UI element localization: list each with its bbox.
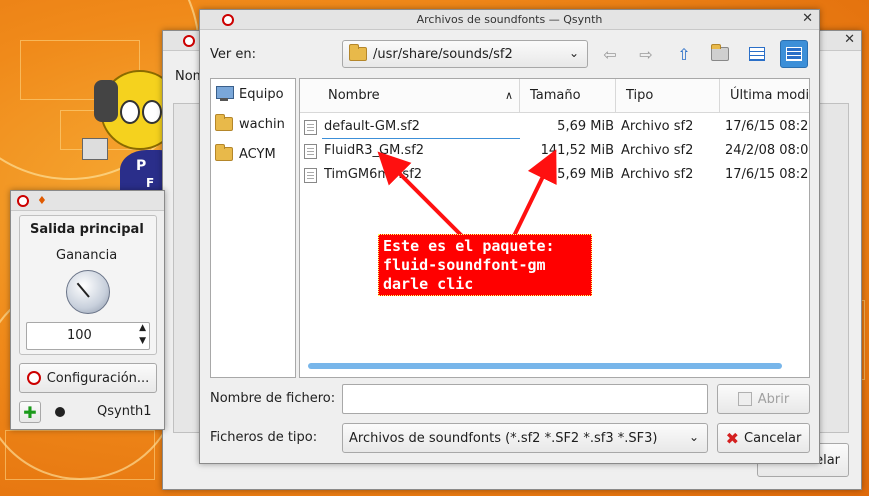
look-in-label: Ver en:	[210, 47, 256, 62]
detail-view-icon	[786, 47, 802, 61]
arrow-left-icon: ⇦	[603, 44, 617, 64]
folder-icon	[349, 44, 367, 61]
chevron-down-icon: ⌄	[688, 430, 699, 444]
horizontal-scrollbar[interactable]	[308, 363, 782, 369]
cancel-button[interactable]: ✖ Cancelar	[717, 423, 810, 453]
output-group-title: Salida principal	[30, 222, 144, 237]
add-engine-button[interactable]: ✚	[19, 401, 41, 423]
file-icon	[304, 144, 317, 159]
new-folder-button[interactable]	[706, 40, 734, 68]
filetype-combobox[interactable]: Archivos de soundfonts (*.sf2 *.SF2 *.sf…	[342, 423, 708, 453]
place-equipo[interactable]: Equipo	[215, 81, 284, 107]
filename-label: Nombre de fichero:	[210, 391, 336, 406]
file-row[interactable]: FluidR3_GM.sf2 141,52 MiB Archivo sf2 24…	[300, 139, 809, 163]
gain-label: Ganancia	[56, 248, 118, 263]
file-row[interactable]: default-GM.sf2 5,69 MiB Archivo sf2 17/6…	[300, 115, 809, 139]
list-view-button[interactable]	[743, 40, 771, 68]
flame-icon: ♦	[37, 194, 47, 207]
output-group: Salida principal Ganancia 100 ▲ ▼	[19, 215, 157, 355]
folder-icon	[215, 114, 233, 131]
gain-spinbox[interactable]: 100 ▲ ▼	[26, 322, 150, 350]
path-combobox[interactable]: /usr/share/sounds/sf2 ⌄	[342, 40, 588, 68]
places-sidebar: Equipo wachin ACYM	[210, 78, 296, 378]
close-icon[interactable]: ✕	[802, 11, 813, 26]
engine-window-titlebar	[11, 191, 164, 211]
computer-icon	[215, 86, 234, 102]
arrow-right-icon: ⇨	[639, 44, 653, 64]
place-acym[interactable]: ACYM	[215, 141, 276, 167]
arrow-up-icon: ⇧	[677, 44, 691, 64]
annotation-box: Este es el paquete: fluid-soundfont-gm d…	[378, 234, 592, 296]
list-view-icon	[749, 47, 765, 61]
open-button[interactable]: Abrir	[717, 384, 810, 414]
file-row[interactable]: TimGM6mb.sf2 5,69 MiB Archivo sf2 17/6/1…	[300, 163, 809, 187]
forward-button[interactable]: ⇨	[632, 40, 660, 68]
engine-name: Qsynth1	[97, 404, 152, 419]
filetype-label: Ficheros de tipo:	[210, 430, 318, 445]
place-wachin[interactable]: wachin	[215, 111, 285, 137]
spin-down-icon[interactable]: ▼	[139, 336, 146, 346]
column-modified[interactable]: Última modif	[720, 79, 809, 113]
new-folder-icon	[711, 44, 729, 61]
window-menu-icon[interactable]	[183, 35, 195, 47]
status-led-icon	[55, 407, 65, 417]
sort-up-icon: ∧	[504, 89, 513, 102]
file-icon	[304, 168, 317, 183]
file-list: Nombre ∧ Tamaño Tipo Última modif defaul…	[299, 78, 810, 378]
gain-knob[interactable]	[66, 270, 110, 314]
close-icon[interactable]: ✕	[844, 32, 855, 47]
file-icon	[304, 120, 317, 135]
configuration-button[interactable]: Configuración...	[19, 363, 157, 393]
spin-up-icon[interactable]: ▲	[139, 323, 146, 333]
open-file-icon	[737, 392, 752, 406]
window-menu-icon[interactable]	[222, 14, 234, 26]
parent-dir-button[interactable]: ⇧	[670, 40, 698, 68]
engine-window: ♦ Salida principal Ganancia 100 ▲ ▼ Conf…	[10, 190, 165, 430]
window-menu-icon[interactable]	[17, 195, 29, 207]
folder-icon	[215, 144, 233, 161]
debian-swirl-icon	[26, 371, 41, 385]
dialog-titlebar: Archivos de soundfonts — Qsynth	[200, 10, 819, 30]
chevron-down-icon: ⌄	[568, 46, 579, 60]
filename-input[interactable]	[342, 384, 708, 414]
back-button[interactable]: ⇦	[596, 40, 624, 68]
column-name[interactable]: Nombre ∧	[300, 79, 520, 113]
column-type[interactable]: Tipo	[616, 79, 720, 113]
detail-view-button[interactable]	[780, 40, 808, 68]
column-size[interactable]: Tamaño	[520, 79, 616, 113]
cancel-x-icon: ✖	[725, 428, 740, 448]
